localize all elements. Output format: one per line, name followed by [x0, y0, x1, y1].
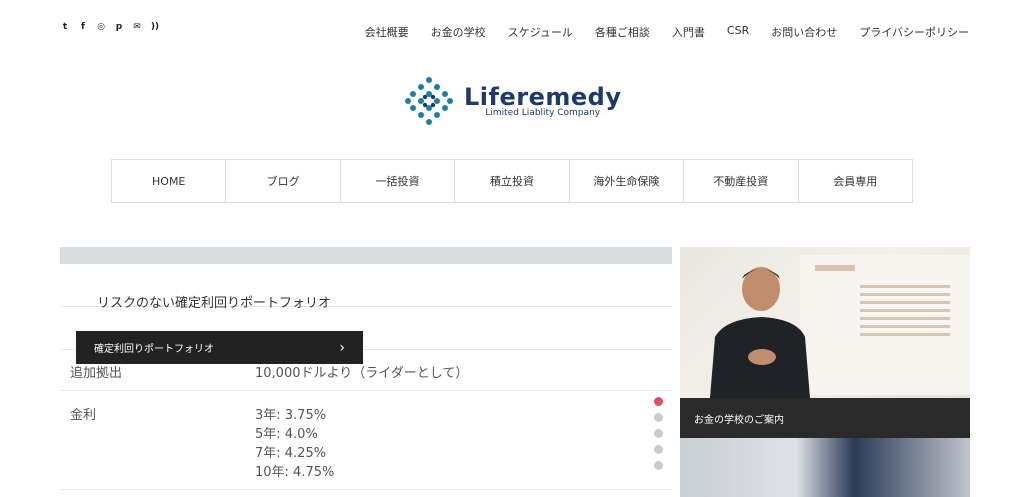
- row-value: 3年: 3.75%: [255, 408, 327, 423]
- top-navigation: 会社概要 お金の学校 スケジュール 各種ご相談 入門書 CSR お問い合わせ プ…: [365, 24, 969, 40]
- table-row: 金利 3年: 3.75% 5年: 4.0% 7年: 4.25% 10年: 4.7…: [60, 391, 672, 490]
- second-photo[interactable]: [680, 438, 970, 497]
- topnav-contact[interactable]: お問い合わせ: [771, 24, 837, 40]
- table-header: [60, 247, 672, 264]
- topnav-csr[interactable]: CSR: [727, 24, 749, 40]
- pinterest-icon[interactable]: p: [114, 22, 124, 32]
- mainnav-life-insurance[interactable]: 海外生命保険: [570, 160, 685, 202]
- slide-button-label: 確定利回りポートフォリオ: [94, 344, 214, 355]
- row-value: 7年: 4.25%: [255, 446, 327, 461]
- topnav-privacy[interactable]: プライバシーポリシー: [859, 24, 969, 40]
- mainnav-blog[interactable]: ブログ: [226, 160, 341, 202]
- topnav-school[interactable]: お金の学校: [431, 24, 486, 40]
- slide-link-button[interactable]: 確定利回りポートフォリオ ›: [76, 331, 363, 364]
- social-links: t f ◎ p ✉ )): [60, 22, 160, 32]
- chevron-right-icon: ›: [339, 339, 345, 356]
- mainnav-home[interactable]: HOME: [112, 160, 227, 202]
- slider-dot[interactable]: [654, 413, 663, 422]
- row-value: 10,000ドルより（ライダーとして）: [255, 366, 469, 381]
- twitter-icon[interactable]: t: [60, 22, 70, 32]
- mainnav-real-estate[interactable]: 不動産投資: [684, 160, 799, 202]
- logo-mark-icon: [404, 76, 454, 126]
- mainnav-lump-sum[interactable]: 一括投資: [341, 160, 456, 202]
- row-label: 追加拠出: [70, 366, 123, 381]
- mainnav-regular-savings[interactable]: 積立投資: [455, 160, 570, 202]
- logo-subtitle: Limited Liablity Company: [485, 108, 601, 118]
- rss-icon[interactable]: )): [150, 22, 160, 32]
- slider-dot[interactable]: [654, 429, 663, 438]
- slider-dot[interactable]: [654, 461, 663, 470]
- row-label: 金利: [70, 408, 97, 423]
- row-value: 5年: 4.0%: [255, 427, 318, 442]
- school-photo[interactable]: [680, 247, 970, 398]
- instagram-icon[interactable]: ◎: [96, 22, 106, 32]
- topnav-consult[interactable]: 各種ご相談: [595, 24, 650, 40]
- topnav-schedule[interactable]: スケジュール: [508, 24, 573, 40]
- slide-caption: リスクのない確定利回りポートフォリオ: [97, 296, 332, 311]
- main-navigation: HOME ブログ 一括投資 積立投資 海外生命保険 不動産投資 会員専用: [111, 159, 913, 203]
- mainnav-members[interactable]: 会員専用: [799, 160, 912, 202]
- slider-pagination: [654, 397, 663, 470]
- mail-icon[interactable]: ✉: [132, 22, 142, 32]
- content-table: 追加拠出 10,000ドルより（ライダーとして） 金利 3年: 3.75% 5年…: [60, 247, 672, 497]
- slider-dot[interactable]: [654, 397, 663, 406]
- school-caption[interactable]: お金の学校のご案内: [680, 398, 970, 438]
- site-logo[interactable]: Liferemedy Limited Liablity Company: [404, 76, 621, 126]
- topnav-company[interactable]: 会社概要: [365, 24, 409, 40]
- slider-dot[interactable]: [654, 445, 663, 454]
- topnav-guide[interactable]: 入門書: [672, 24, 705, 40]
- logo-name: Liferemedy: [464, 83, 622, 111]
- facebook-icon[interactable]: f: [78, 22, 88, 32]
- row-value: 10年: 4.75%: [255, 465, 335, 480]
